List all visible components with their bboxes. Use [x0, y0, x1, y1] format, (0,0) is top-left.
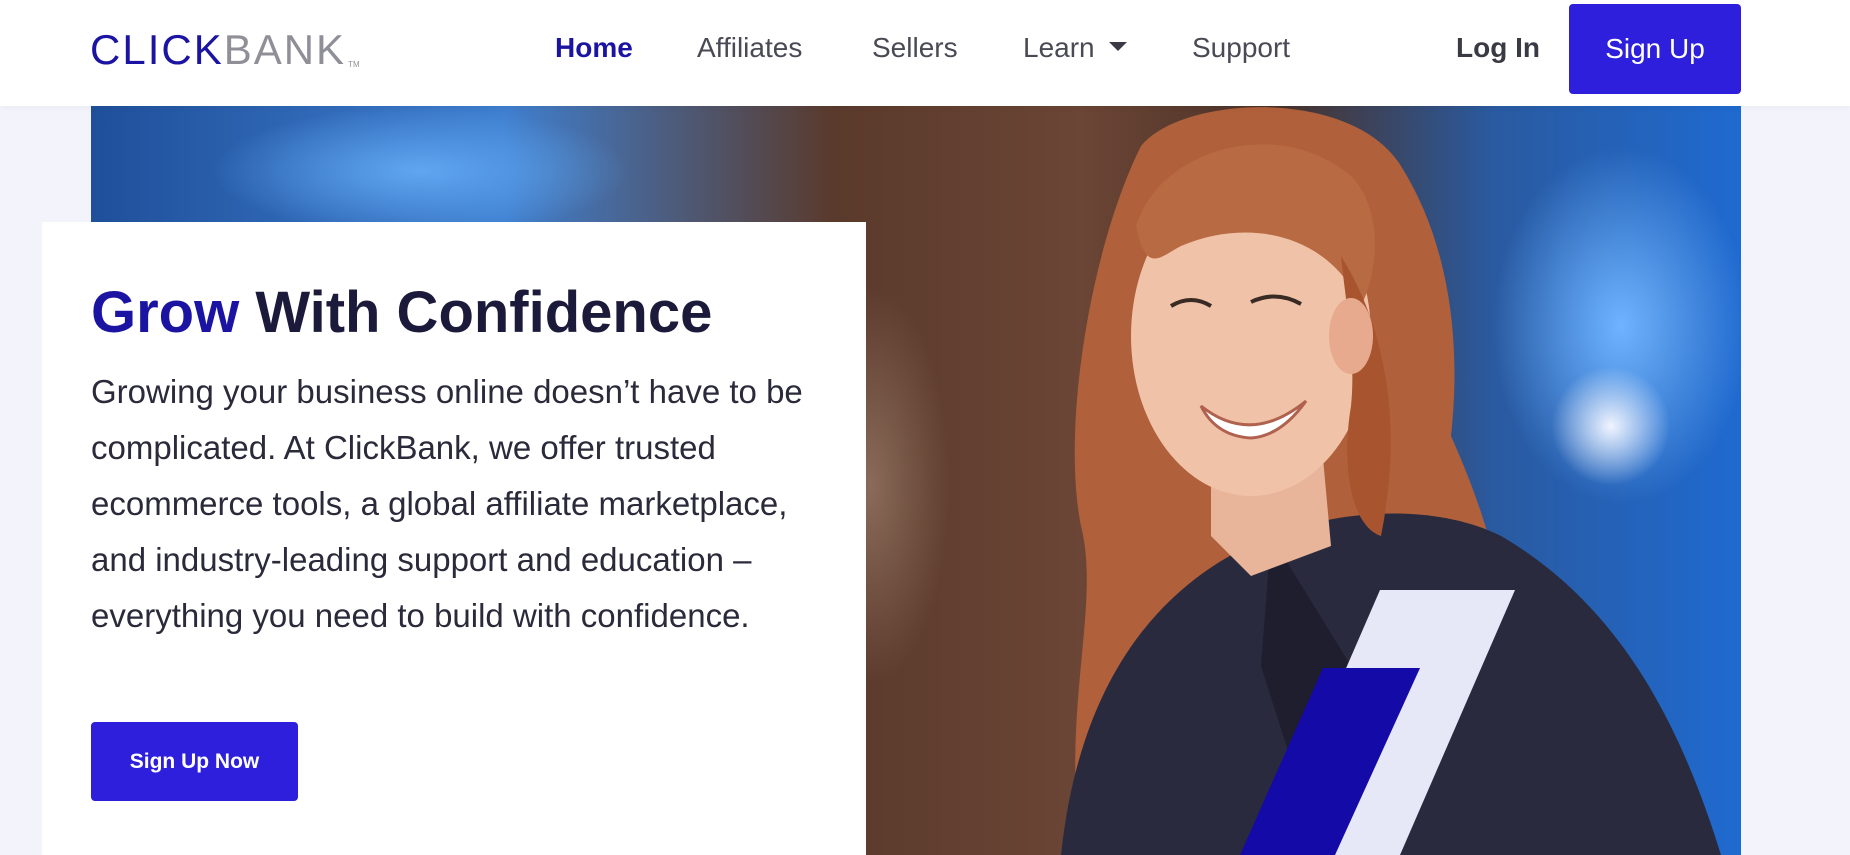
headline-rest: With Confidence: [239, 280, 713, 345]
signup-button[interactable]: Sign Up: [1569, 4, 1741, 94]
hero-body-text: Growing your business online doesn’t hav…: [91, 373, 803, 634]
nav-item-sellers[interactable]: Sellers: [872, 32, 958, 64]
logo-primary: CLICK: [90, 26, 224, 73]
login-link[interactable]: Log In: [1456, 32, 1540, 64]
headline-accent: Grow: [91, 280, 240, 345]
nav-item-learn[interactable]: Learn: [1023, 32, 1127, 64]
logo-trademark: TM: [348, 60, 360, 69]
hero-card: Grow With Confidence Growing your busine…: [42, 222, 866, 855]
hero-headline: Grow With Confidence: [91, 278, 712, 348]
nav-item-home[interactable]: Home: [555, 32, 633, 64]
site-header: CLICK BANK TM Home Affiliates Sellers Le…: [0, 0, 1850, 106]
nav-item-affiliates[interactable]: Affiliates: [697, 32, 802, 64]
nav-item-support[interactable]: Support: [1192, 32, 1290, 64]
nav-item-learn-label: Learn: [1023, 32, 1095, 63]
decorative-stripes: [1240, 590, 1515, 855]
page: CLICK BANK TM Home Affiliates Sellers Le…: [0, 0, 1850, 855]
signup-now-button[interactable]: Sign Up Now: [91, 722, 298, 801]
caret-down-icon: [1108, 42, 1127, 52]
logo-secondary: BANK: [223, 26, 347, 73]
clickbank-logo[interactable]: CLICK BANK TM: [90, 28, 360, 72]
